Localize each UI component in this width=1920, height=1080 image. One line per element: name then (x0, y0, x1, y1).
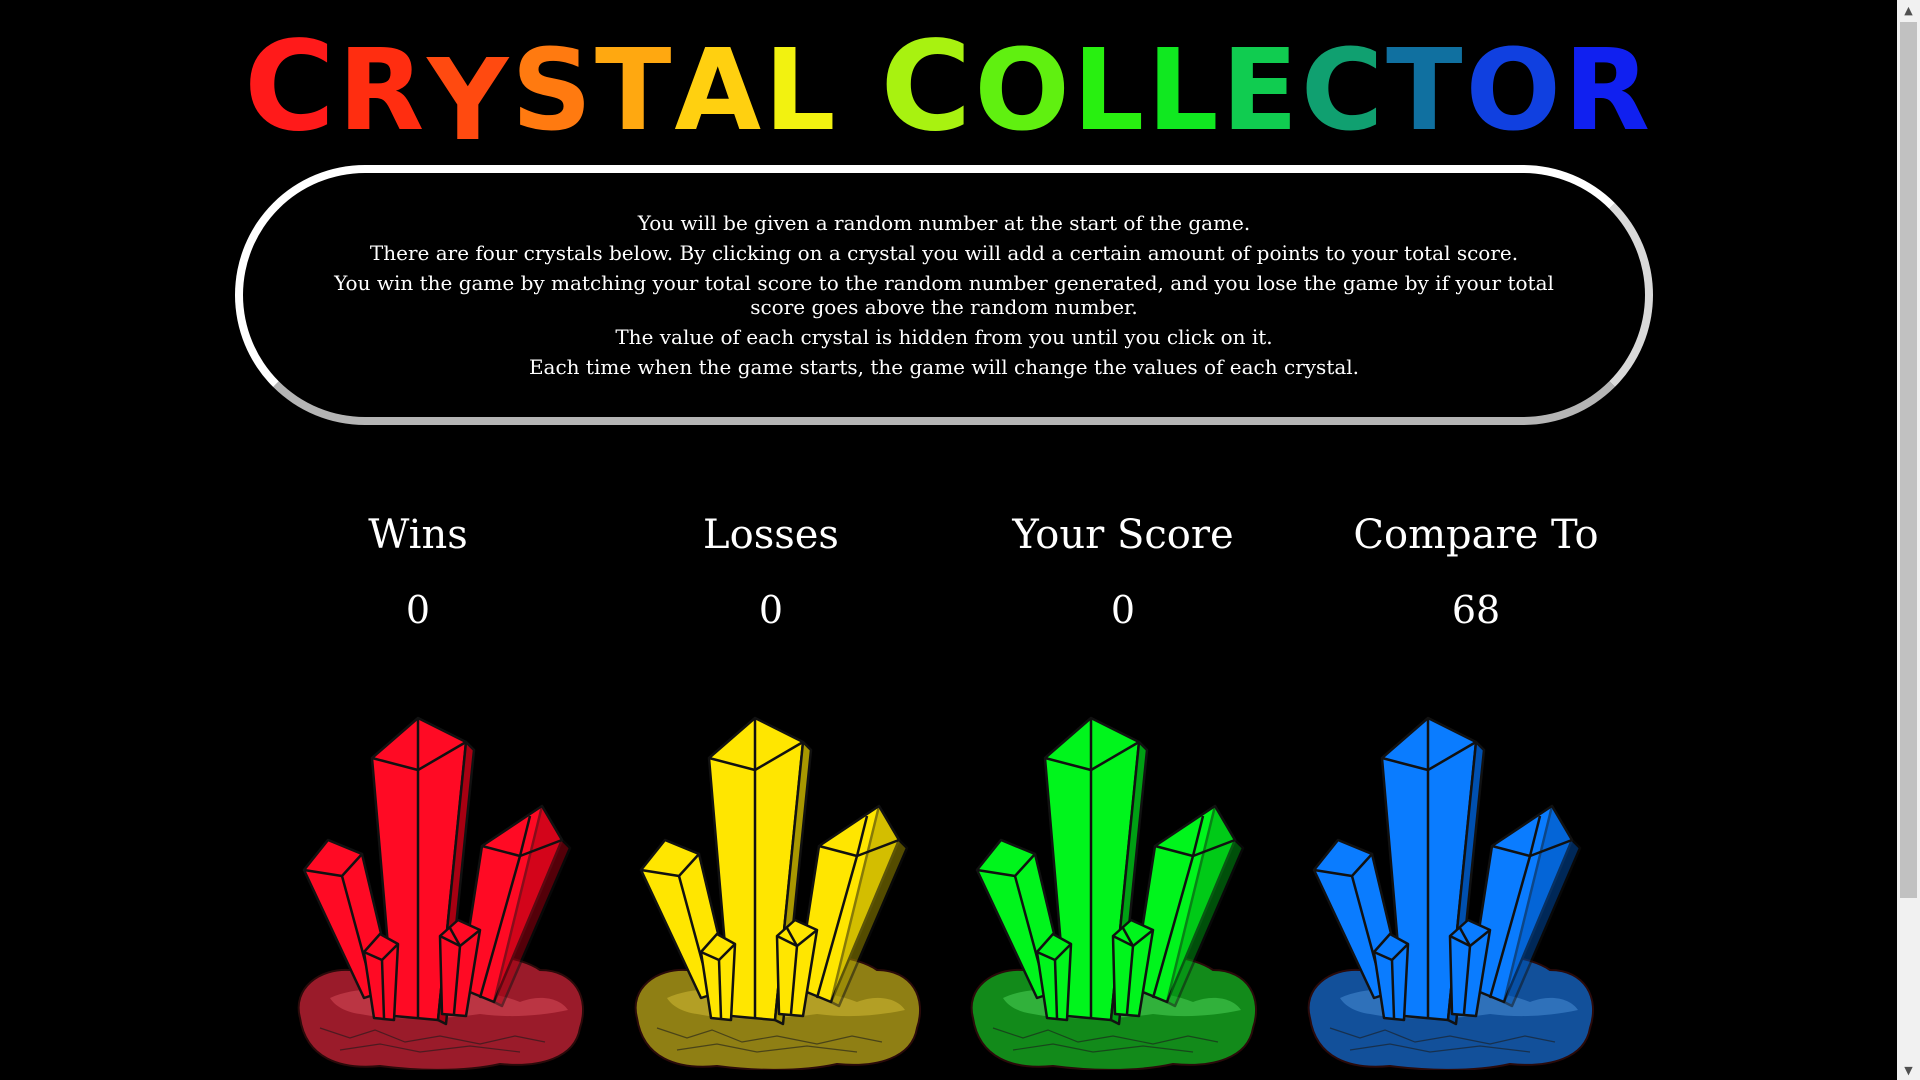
title-letter: T (595, 26, 675, 156)
target-stat: Compare To 68 (1296, 505, 1656, 640)
instructions-panel: You will be given a random number at the… (235, 165, 1653, 425)
instruction-line: There are four crystals below. By clicki… (369, 241, 1519, 265)
title-letter: L (764, 26, 839, 156)
title-letter: R (1563, 26, 1654, 156)
title-letter: O (974, 26, 1073, 156)
wins-label: Wins (368, 512, 468, 558)
instruction-line: You win the game by matching your total … (334, 271, 1554, 319)
score-stat: Your Score 0 (943, 505, 1303, 640)
green-crystal-icon (970, 716, 1258, 1070)
title-letter: C (1300, 26, 1387, 156)
wins-stat: Wins 0 (238, 505, 598, 640)
blue-crystal-button[interactable] (1300, 698, 1600, 1070)
target-label: Compare To (1353, 512, 1599, 558)
wins-value: 0 (405, 588, 431, 632)
title-letter: E (1221, 26, 1301, 156)
title-letter: L (1072, 26, 1148, 156)
title-letter: L (1147, 26, 1222, 156)
title-letter: R (337, 26, 428, 156)
instruction-line: The value of each crystal is hidden from… (615, 325, 1273, 349)
game-title: CRYSTAL COLLECTOR (0, 15, 1897, 166)
title-letter: S (511, 26, 595, 156)
scroll-up-arrow-icon[interactable]: ▲ (1897, 0, 1920, 20)
yellow-crystal-button[interactable] (627, 698, 927, 1070)
target-value: 68 (1451, 588, 1501, 632)
instruction-line: You will be given a random number at the… (637, 211, 1251, 235)
losses-label: Losses (703, 512, 839, 558)
red-crystal-button[interactable] (290, 698, 590, 1070)
yellow-crystal-icon (634, 716, 922, 1070)
blue-crystal-icon (1307, 716, 1595, 1070)
scroll-thumb[interactable] (1900, 22, 1917, 898)
vertical-scrollbar[interactable]: ▲ ▼ (1897, 0, 1920, 1080)
green-crystal-button[interactable] (963, 698, 1263, 1070)
title-letter: A (674, 26, 765, 156)
score-label: Your Score (1012, 512, 1234, 558)
title-letter: O (1465, 26, 1564, 156)
title-letter (838, 26, 880, 156)
game-page: CRYSTAL COLLECTOR You will be given a ra… (0, 0, 1897, 1080)
title-letter: C (243, 15, 338, 159)
score-value: 0 (1110, 588, 1136, 632)
losses-stat: Losses 0 (591, 505, 951, 640)
title-letter: T (1386, 26, 1466, 156)
title-letter: Y (427, 36, 512, 166)
red-crystal-icon (297, 716, 585, 1070)
losses-value: 0 (758, 588, 784, 632)
title-letter: C (880, 15, 975, 159)
instruction-line: Each time when the game starts, the game… (528, 355, 1360, 379)
scroll-down-arrow-icon[interactable]: ▼ (1897, 1060, 1920, 1080)
